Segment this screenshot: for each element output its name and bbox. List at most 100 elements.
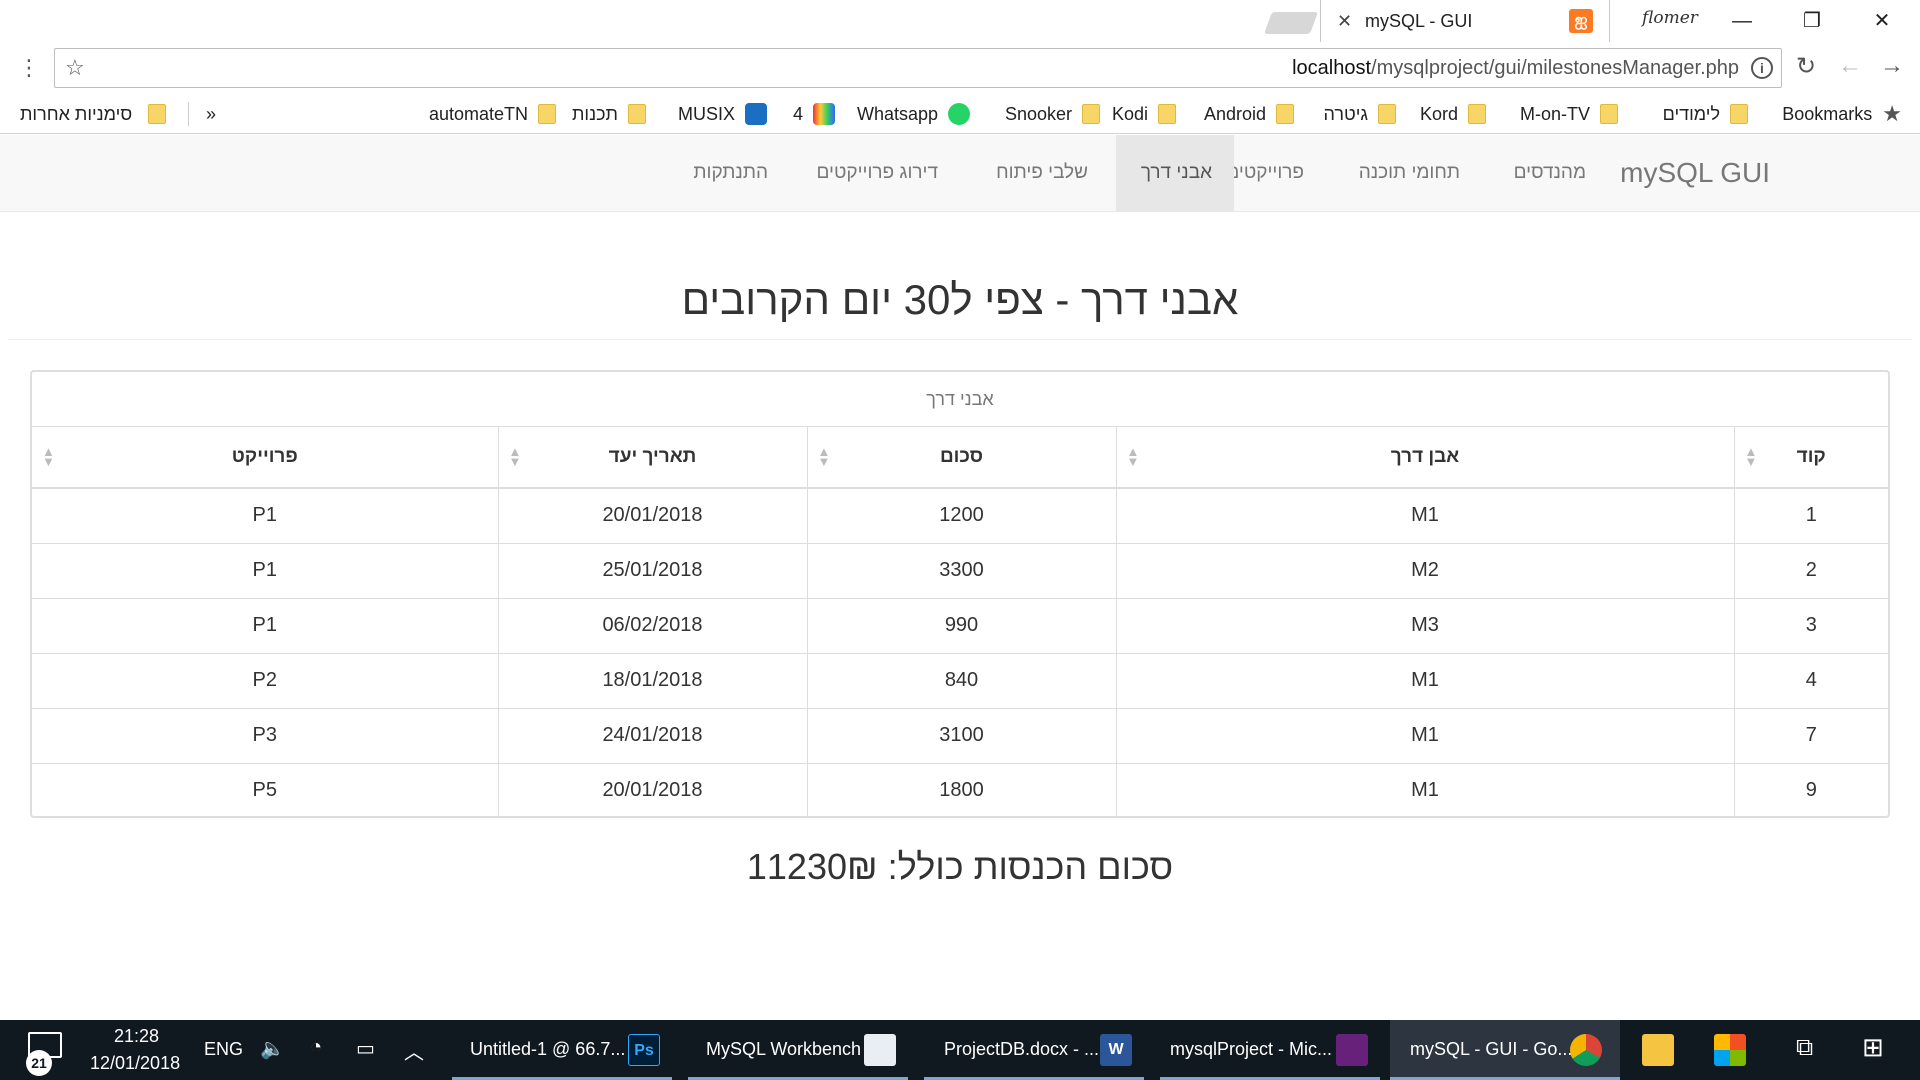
url-text[interactable]: localhost/mysqlproject/gui/milestonesMan…	[1292, 57, 1739, 80]
folder-icon	[1082, 104, 1100, 124]
browser-tab[interactable]: ✕ mySQL - GUI ஐ	[1320, 0, 1610, 42]
clock-time[interactable]: 21:28	[114, 1026, 159, 1047]
bookmark-item-whatsapp[interactable]: Whatsapp	[857, 102, 970, 126]
store-icon	[1714, 1034, 1746, 1066]
other-bookmarks[interactable]: סימניות אחרות	[20, 102, 167, 126]
chrome-menu-icon[interactable]: ⋮	[18, 56, 40, 80]
taskbar-app-visual-studio[interactable]: mysqlProject - Mic...	[1160, 1020, 1380, 1080]
bookmark-item-folder[interactable]: גיטרה	[1323, 102, 1396, 126]
windows-taskbar: 21 21:28 12/01/2018 ENG 🔈 ◔ ▭ ︿ Untitled…	[0, 1020, 1920, 1080]
word-icon: W	[1100, 1034, 1132, 1066]
table-caption: אבני דרך	[32, 372, 1888, 427]
column-header-due-date[interactable]: תאריך יעד ▲ ▼	[497, 427, 807, 489]
address-bar[interactable]: ☆ localhost/mysqlproject/gui/milestonesM…	[54, 48, 1782, 88]
cell-code: 9	[1733, 762, 1888, 818]
cell-due-date: 20/01/2018	[497, 487, 807, 543]
back-icon[interactable]: ←	[1838, 52, 1862, 80]
cell-due-date: 06/02/2018	[497, 597, 807, 653]
restore-icon[interactable]: ❐	[1792, 6, 1832, 36]
folder-icon	[1158, 104, 1176, 124]
cell-milestone: M2	[1115, 542, 1734, 598]
cell-project: P5	[32, 762, 498, 818]
column-label: פרוייקט	[231, 446, 298, 467]
total-income: סכום הכנסות כולל: 11230₪	[746, 846, 1174, 887]
bookmark-item-folder[interactable]: Snooker	[1005, 102, 1100, 126]
nav-item-logout[interactable]: התנתקות	[671, 135, 790, 211]
tab-close-icon[interactable]: ✕	[1337, 11, 1352, 32]
bookmark-item-folder[interactable]: Kord	[1420, 102, 1486, 126]
notification-badge: 21	[26, 1050, 52, 1076]
sort-icon[interactable]: ▲ ▼	[1745, 445, 1758, 468]
windows-start-icon[interactable]: ⊞	[1862, 1032, 1884, 1063]
bookmark-item-bookmarks[interactable]: Bookmarks ★	[1782, 101, 1902, 126]
nav-item-engineers[interactable]: מהנדסים	[1492, 135, 1608, 211]
nav-item-milestones[interactable]: אבני דרך	[1116, 135, 1234, 211]
task-view-icon[interactable]: ⧉	[1796, 1034, 1813, 1062]
column-header-milestone[interactable]: אבן דרך ▲ ▼	[1115, 427, 1734, 489]
cell-amount: 3100	[806, 707, 1116, 763]
bookmarks-overflow-button[interactable]: »	[206, 102, 216, 126]
bookmark-item-folder[interactable]: M-on-TV	[1520, 102, 1618, 126]
sort-icon[interactable]: ▲ ▼	[818, 445, 831, 468]
minimize-icon[interactable]: —	[1722, 6, 1762, 36]
chevron-up-icon[interactable]: ︿	[404, 1036, 424, 1065]
cell-amount: 840	[806, 652, 1116, 708]
bookmark-label: תכנות	[571, 103, 618, 124]
column-label: קוד	[1796, 446, 1826, 467]
wifi-icon[interactable]: ◔	[310, 1036, 322, 1059]
bookmark-label: לימודים	[1662, 103, 1720, 124]
star-filled-icon: ★	[1882, 101, 1902, 126]
taskbar-store[interactable]	[1700, 1020, 1760, 1080]
reload-icon[interactable]: ↻	[1796, 52, 1816, 81]
battery-icon[interactable]: ▭	[356, 1036, 375, 1061]
table-row: 1 M1 1200 20/01/2018 P1	[32, 487, 1888, 543]
language-indicator[interactable]: ENG	[204, 1039, 243, 1060]
taskbar-app-label: mysqlProject - Mic...	[1170, 1039, 1333, 1059]
bookmark-item-musix[interactable]: MUSIX	[678, 102, 767, 126]
cell-milestone: M1	[1115, 487, 1734, 543]
address-toolbar: ⋮ ☆ localhost/mysqlproject/gui/milestone…	[0, 42, 1920, 94]
taskbar-file-explorer[interactable]	[1628, 1020, 1688, 1080]
bookmark-item-folder[interactable]: automateTN	[429, 102, 556, 126]
nav-item-software-fields[interactable]: תחומי תוכנה	[1337, 135, 1482, 211]
cell-due-date: 18/01/2018	[497, 652, 807, 708]
profile-name[interactable]: flomer	[1642, 8, 1698, 28]
site-info-icon[interactable]: i	[1751, 57, 1773, 79]
bookmark-label: Android	[1203, 103, 1266, 124]
visual-studio-icon	[1336, 1034, 1368, 1066]
bookmark-item-folder[interactable]: Kodi	[1112, 102, 1176, 126]
close-window-icon[interactable]: ✕	[1862, 6, 1902, 36]
table-row: 7 M1 3100 24/01/2018 P3	[32, 707, 1888, 763]
sort-icon[interactable]: ▲ ▼	[42, 445, 55, 468]
new-tab-button[interactable]	[1263, 12, 1319, 34]
column-header-amount[interactable]: סכום ▲ ▼	[806, 427, 1116, 489]
taskbar-app-photoshop[interactable]: Untitled-1 @ 66.7... Ps	[452, 1020, 672, 1080]
taskbar-app-chrome[interactable]: mySQL - GUI - Go...	[1390, 1020, 1620, 1080]
bookmark-label: Kord	[1419, 103, 1458, 124]
bookmark-star-icon[interactable]: ☆	[65, 55, 85, 81]
column-header-code[interactable]: קוד ▲ ▼	[1733, 427, 1888, 489]
bookmark-item-tv[interactable]: 4	[793, 102, 835, 126]
clock-date[interactable]: 12/01/2018	[90, 1053, 180, 1074]
brand-logo[interactable]: mySQL GUI	[1620, 157, 1770, 189]
table-row: 3 M3 990 06/02/2018 P1	[32, 597, 1888, 653]
column-header-project[interactable]: פרוייקט ▲ ▼	[32, 427, 498, 489]
mysql-workbench-icon	[864, 1034, 896, 1066]
cell-amount: 1800	[806, 762, 1116, 818]
taskbar-app-mysql-workbench[interactable]: MySQL Workbench	[688, 1020, 908, 1080]
bookmark-item-folder[interactable]: תכנות	[572, 102, 646, 126]
cell-milestone: M1	[1115, 762, 1734, 818]
taskbar-app-word[interactable]: ProjectDB.docx - ... W	[924, 1020, 1144, 1080]
sort-icon[interactable]: ▲ ▼	[509, 445, 522, 468]
nav-item-dev-stages[interactable]: שלבי פיתוח	[974, 135, 1110, 211]
nav-item-project-ranking[interactable]: דירוג פרוייקטים	[795, 135, 960, 211]
forward-icon[interactable]: →	[1880, 52, 1904, 80]
cell-due-date: 25/01/2018	[497, 542, 807, 598]
cell-amount: 3300	[806, 542, 1116, 598]
bookmark-item-folder[interactable]: Android	[1204, 102, 1294, 126]
folder-icon	[1276, 104, 1294, 124]
sort-icon[interactable]: ▲ ▼	[1127, 445, 1140, 468]
cell-due-date: 24/01/2018	[497, 707, 807, 763]
bookmark-item-folder[interactable]: לימודים	[1663, 102, 1748, 126]
volume-icon[interactable]: 🔈	[260, 1036, 285, 1061]
